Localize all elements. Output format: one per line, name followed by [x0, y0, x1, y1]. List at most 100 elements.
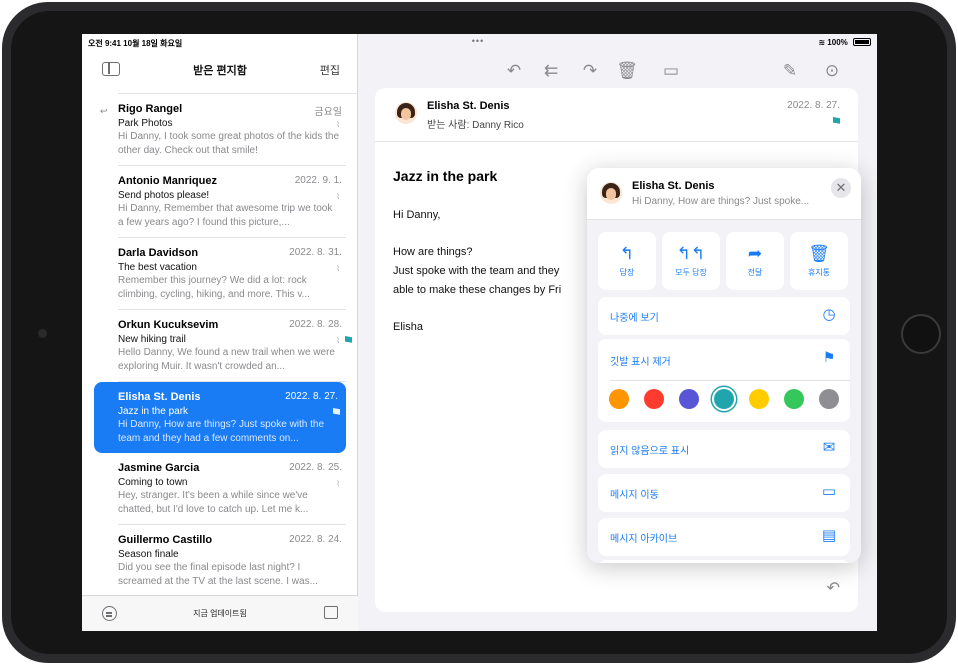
flag-slash-icon[interactable]: ⚑ [820, 349, 838, 367]
message-preview: Hi Danny, Remember that awesome trip we … [118, 203, 333, 228]
archive-message-label: 메시지 아카이브 [610, 534, 678, 545]
reply-button[interactable]: ↰ 답장 [598, 232, 656, 290]
status-time-date: 오전 9:41 10월 18일 화요일 [88, 39, 183, 48]
attachment-icon: ⌇ [336, 336, 340, 345]
message-recipient[interactable]: 받는 사람: Danny Rico [427, 116, 524, 131]
forward-icon[interactable]: ↷ [579, 60, 601, 82]
folder-icon: ▭ [821, 483, 837, 500]
message-date: 2022. 9. 1. [294, 175, 342, 186]
trash-icon[interactable]: 🗑 [616, 60, 638, 82]
forward-label: 전달 [747, 268, 763, 277]
more-actions-peek [598, 560, 850, 563]
remove-flag-button[interactable]: 깃발 표시 제거 [610, 353, 671, 368]
message-row-jasmine-garcia[interactable]: Jasmine Garcia 2022. 8. 25. Coming to to… [82, 453, 358, 525]
body-line: able to make these changes by Fri [393, 284, 562, 296]
move-message-button[interactable]: 메시지 이동 ▭ [598, 474, 850, 512]
battery-icon [853, 38, 871, 46]
move-message-label: 메시지 이동 [610, 490, 659, 501]
previous-message-clipped [118, 84, 358, 94]
message-date: 2022. 8. 24. [289, 534, 342, 545]
attachment-icon: ⌇ [336, 120, 340, 129]
archive-message-button[interactable]: 메시지 아카이브 ▤ [598, 518, 850, 556]
more-icon[interactable]: ⊙ [821, 60, 843, 82]
reply-all-icon: ↰↰ [676, 244, 706, 263]
reply-icon: ↰ [619, 244, 635, 263]
multitasking-dots[interactable]: ••• [358, 36, 598, 46]
message-detail-pane: ••• ≋ 100% ↶ ⇇ ↷ 🗑 ▭ ✎ ⊙ Elisha St. Deni… [358, 34, 877, 631]
flag-color-purple[interactable] [679, 389, 699, 409]
reply-label: 답장 [619, 268, 635, 277]
flag-color-red[interactable] [644, 389, 664, 409]
message-date: 2022. 8. 25. [289, 462, 342, 473]
trash-icon: 🗑 [808, 244, 830, 263]
close-button[interactable]: ✕ [831, 178, 851, 198]
flag-color-teal-selected[interactable] [714, 389, 734, 409]
message-list: ↩ Rigo Rangel 금요일 Park Photos Hi Danny, … [82, 84, 358, 595]
compose-icon[interactable]: ✎ [779, 60, 801, 82]
reply-all-icon[interactable]: ⇇ [540, 60, 562, 82]
message-header: Elisha St. Denis 받는 사람: Danny Rico 2022.… [375, 88, 858, 142]
message-subject: Season finale [118, 549, 179, 560]
reply-icon[interactable]: ↶ [503, 60, 525, 82]
body-greeting: Hi Danny, [393, 209, 441, 221]
folder-icon[interactable]: ▭ [660, 60, 682, 82]
archive-box-icon: ▤ [821, 527, 837, 544]
message-body: Hi Danny, How are things? Just spoke wit… [393, 206, 588, 337]
forward-icon: ➦ [747, 244, 763, 263]
message-preview: Hey, stranger. It's been a while since w… [118, 490, 309, 515]
message-row-elisha-st-denis[interactable]: Elisha St. Denis 2022. 8. 27. Jazz in th… [94, 382, 346, 453]
message-date: 2022. 8. 27. [787, 100, 840, 111]
popover-header: Elisha St. Denis Hi Danny, How are thing… [587, 168, 861, 220]
mailbox-title: 받은 편지함 [193, 65, 247, 77]
message-preview: Hello Danny, We found a new trail when w… [118, 347, 335, 372]
message-row-darla-davidson[interactable]: Darla Davidson 2022. 8. 31. The best vac… [82, 238, 358, 310]
trash-label: 휴지통 [807, 268, 831, 277]
message-preview: Hi Danny, I took some great photos of th… [118, 131, 340, 156]
message-subject: Park Photos [118, 118, 173, 129]
message-preview: Hi Danny, How are things? Just spoke wit… [118, 419, 325, 444]
message-preview: Remember this journey? We did a lot: roc… [118, 275, 310, 300]
sender-avatar [600, 182, 622, 204]
message-row-orkun-kucuksevim[interactable]: Orkun Kucuksevim 2022. 8. 28. New hiking… [82, 310, 358, 382]
message-date: 2022. 8. 31. [289, 247, 342, 258]
attachment-icon: ⌇ [336, 264, 340, 273]
message-row-antonio-manriquez[interactable]: Antonio Manriquez 2022. 9. 1. Send photo… [82, 166, 358, 238]
quick-actions: ↰ 답장 ↰↰ 모두 답장 ➦ 전달 🗑 휴지통 [598, 232, 850, 292]
forward-button[interactable]: ➦ 전달 [726, 232, 784, 290]
stack-icon[interactable] [324, 606, 338, 619]
sender-avatar[interactable] [395, 102, 417, 124]
message-subject: Jazz in the park [118, 406, 189, 417]
flag-color-gray[interactable] [819, 389, 839, 409]
popover-sender: Elisha St. Denis [632, 180, 715, 192]
message-row-guillermo-castillo[interactable]: Guillermo Castillo 2022. 8. 24. Season f… [82, 525, 358, 595]
reply-all-button[interactable]: ↰↰ 모두 답장 [662, 232, 720, 290]
flag-color-orange[interactable] [609, 389, 629, 409]
flag-icon [345, 336, 352, 343]
list-header: 받은 편지함 편집 [82, 56, 358, 84]
popover-preview: Hi Danny, How are things? Just spoke... [632, 196, 810, 207]
ipad-screen: 오전 9:41 10월 18일 화요일 받은 편지함 편집 ↩ Rigo Ran… [82, 34, 877, 631]
message-subject-title: Jazz in the park [393, 168, 498, 184]
battery-percent: 100% [827, 38, 848, 47]
message-toolbar: ↶ ⇇ ↷ 🗑 ▭ ✎ ⊙ [358, 56, 877, 86]
flag-color-green[interactable] [784, 389, 804, 409]
message-subject: Coming to town [118, 477, 188, 488]
trash-button[interactable]: 🗑 휴지통 [790, 232, 848, 290]
message-sender: Rigo Rangel [118, 103, 183, 115]
reply-arrow-icon[interactable]: ↶ [827, 578, 840, 598]
flag-color-yellow[interactable] [749, 389, 769, 409]
home-button[interactable] [901, 314, 941, 354]
envelope-badge-icon: ✉ [822, 439, 836, 456]
mark-unread-label: 읽지 않음으로 표시 [610, 446, 690, 457]
wifi-icon: ≋ [818, 38, 826, 47]
message-sender-name[interactable]: Elisha St. Denis [427, 100, 510, 112]
attachment-icon: ⌇ [336, 192, 340, 201]
remind-later-button[interactable]: 나중에 보기 ◷ [598, 297, 850, 335]
message-row-rigo-rangel[interactable]: ↩ Rigo Rangel 금요일 Park Photos Hi Danny, … [82, 94, 358, 166]
list-footer: 지금 업데이트됨 [82, 595, 358, 631]
remind-later-label: 나중에 보기 [610, 313, 659, 324]
edit-button[interactable]: 편집 [320, 62, 340, 78]
mark-unread-button[interactable]: 읽지 않음으로 표시 ✉ [598, 430, 850, 468]
message-date: 2022. 8. 27. [285, 391, 338, 402]
mailbox-list-pane: 오전 9:41 10월 18일 화요일 받은 편지함 편집 ↩ Rigo Ran… [82, 34, 358, 631]
